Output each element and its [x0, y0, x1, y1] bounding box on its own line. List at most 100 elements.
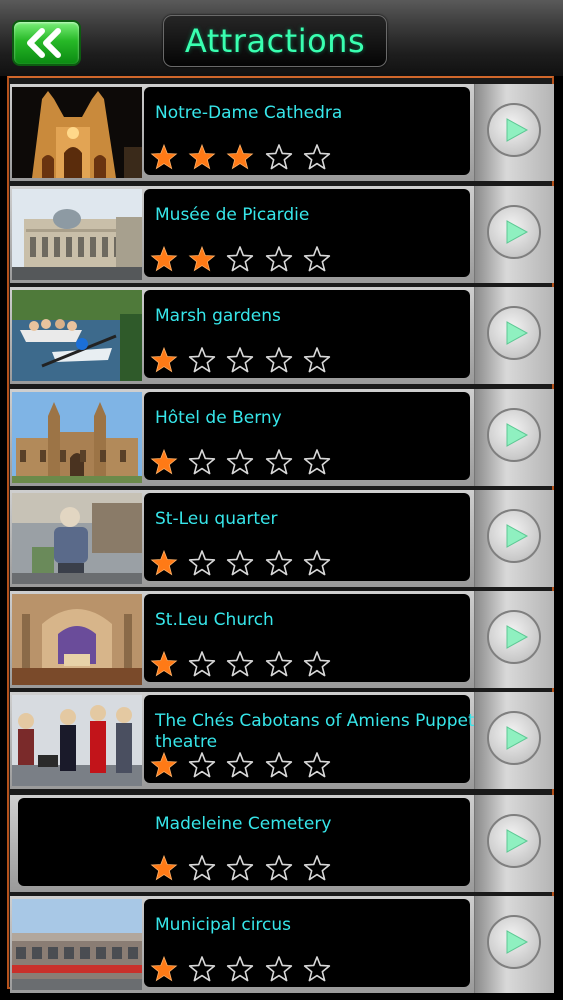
list-item[interactable]: Hôtel de Berny: [10, 389, 554, 486]
star-empty-icon: [225, 448, 255, 478]
list-item[interactable]: St.Leu Church: [10, 591, 554, 688]
star-empty-icon: [264, 448, 294, 478]
star-rating: [149, 650, 349, 680]
list-item[interactable]: Notre-Dame Cathedra: [10, 84, 554, 181]
title-box: Attractions: [163, 15, 387, 67]
star-empty-icon: [302, 751, 332, 781]
star-filled-icon: [225, 143, 255, 173]
attraction-thumbnail: [12, 493, 142, 584]
star-empty-icon: [302, 448, 332, 478]
star-empty-icon: [187, 751, 217, 781]
star-filled-icon: [149, 245, 179, 275]
star-filled-icon: [149, 549, 179, 579]
attraction-info[interactable]: Notre-Dame Cathedra: [144, 87, 470, 175]
play-arrow-icon: [506, 524, 529, 548]
star-empty-icon: [302, 549, 332, 579]
attraction-info[interactable]: St.Leu Church: [144, 594, 470, 682]
star-filled-icon: [187, 245, 217, 275]
attraction-info[interactable]: Municipal circus: [144, 899, 470, 987]
star-filled-icon: [187, 143, 217, 173]
star-empty-icon: [302, 346, 332, 376]
star-rating: [149, 448, 349, 478]
star-empty-icon: [187, 854, 217, 884]
attraction-name: Musée de Picardie: [155, 205, 310, 225]
star-filled-icon: [149, 854, 179, 884]
go-panel: [474, 591, 554, 688]
star-empty-icon: [302, 143, 332, 173]
play-arrow-icon: [506, 930, 529, 954]
star-rating: [149, 854, 349, 884]
go-panel: [474, 287, 554, 384]
star-empty-icon: [264, 650, 294, 680]
star-empty-icon: [264, 955, 294, 985]
star-empty-icon: [264, 854, 294, 884]
attraction-thumbnail: [12, 899, 142, 990]
attraction-name: The Chés Cabotans of Amiens Puppet theat…: [155, 711, 475, 752]
list-item[interactable]: Municipal circus: [10, 896, 554, 993]
star-empty-icon: [225, 751, 255, 781]
attraction-info[interactable]: The Chés Cabotans of Amiens Puppet theat…: [144, 695, 475, 783]
attraction-name: Municipal circus: [155, 915, 292, 935]
attraction-info[interactable]: Hôtel de Berny: [144, 392, 470, 480]
open-details-button[interactable]: [487, 408, 541, 462]
star-rating: [149, 245, 349, 275]
star-rating: [149, 751, 349, 781]
attraction-name: Madeleine Cemetery: [155, 814, 332, 834]
star-empty-icon: [187, 448, 217, 478]
attraction-info[interactable]: Musée de Picardie: [144, 189, 470, 277]
attraction-thumbnail: [12, 594, 142, 685]
star-empty-icon: [187, 346, 217, 376]
open-details-button[interactable]: [487, 205, 541, 259]
back-button[interactable]: [12, 20, 81, 66]
attraction-name: Marsh gardens: [155, 306, 281, 326]
page-title: Attractions: [184, 22, 366, 60]
open-details-button[interactable]: [487, 814, 541, 868]
star-rating: [149, 143, 349, 173]
attraction-thumbnail: [12, 392, 142, 483]
open-details-button[interactable]: [487, 509, 541, 563]
list-item[interactable]: St-Leu quarter: [10, 490, 554, 587]
open-details-button[interactable]: [487, 915, 541, 969]
attraction-info[interactable]: St-Leu quarter: [144, 493, 470, 581]
star-empty-icon: [264, 751, 294, 781]
attraction-thumbnail: [12, 87, 142, 178]
attraction-info[interactable]: Madeleine Cemetery: [18, 798, 470, 886]
star-empty-icon: [187, 549, 217, 579]
play-arrow-icon: [506, 321, 529, 345]
attraction-name: Notre-Dame Cathedra: [155, 103, 343, 123]
open-details-button[interactable]: [487, 103, 541, 157]
attraction-thumbnail: [12, 290, 142, 381]
go-panel: [474, 795, 554, 892]
list-item[interactable]: Madeleine Cemetery: [10, 795, 554, 892]
play-arrow-icon: [506, 118, 529, 142]
star-empty-icon: [225, 346, 255, 376]
star-empty-icon: [264, 549, 294, 579]
list-item[interactable]: Musée de Picardie: [10, 186, 554, 283]
star-empty-icon: [225, 650, 255, 680]
attraction-name: St-Leu quarter: [155, 509, 278, 529]
play-arrow-icon: [506, 829, 529, 853]
star-filled-icon: [149, 955, 179, 985]
star-empty-icon: [302, 650, 332, 680]
go-panel: [474, 692, 554, 789]
open-details-button[interactable]: [487, 306, 541, 360]
star-rating: [149, 955, 349, 985]
play-arrow-icon: [506, 423, 529, 447]
star-empty-icon: [302, 955, 332, 985]
play-arrow-icon: [506, 625, 529, 649]
open-details-button[interactable]: [487, 711, 541, 765]
play-arrow-icon: [506, 220, 529, 244]
star-filled-icon: [149, 346, 179, 376]
attraction-name: St.Leu Church: [155, 610, 274, 630]
star-rating: [149, 346, 349, 376]
list-item[interactable]: The Chés Cabotans of Amiens Puppet theat…: [10, 692, 554, 789]
top-bar: Attractions: [0, 0, 563, 77]
star-empty-icon: [187, 955, 217, 985]
play-arrow-icon: [506, 726, 529, 750]
star-empty-icon: [225, 549, 255, 579]
list-item[interactable]: Marsh gardens: [10, 287, 554, 384]
open-details-button[interactable]: [487, 610, 541, 664]
attraction-info[interactable]: Marsh gardens: [144, 290, 470, 378]
go-panel: [474, 186, 554, 283]
star-empty-icon: [225, 854, 255, 884]
